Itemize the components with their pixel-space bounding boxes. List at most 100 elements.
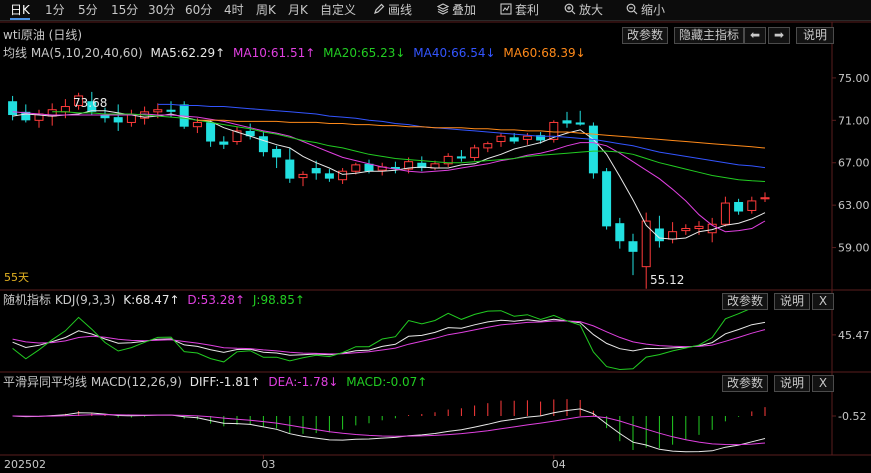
ma-label: 均线 MA(5,10,20,40,60) bbox=[3, 46, 143, 60]
macd-close-button[interactable]: X bbox=[812, 375, 834, 392]
candle bbox=[126, 109, 136, 127]
main-help-button[interactable]: 说明 bbox=[796, 27, 834, 44]
candle bbox=[628, 233, 638, 276]
candle bbox=[641, 212, 651, 289]
hide-main-indicator-button[interactable]: 隐藏主指标 bbox=[674, 27, 744, 44]
candle-body bbox=[100, 115, 110, 119]
macd-help-button[interactable]: 说明 bbox=[774, 375, 810, 392]
main-title: wti原油 (日线) bbox=[3, 27, 86, 43]
main-params-button[interactable]: 改参数 bbox=[622, 27, 668, 44]
y-tick-label: 67.00 bbox=[838, 157, 870, 170]
candle-body bbox=[272, 148, 282, 158]
candle bbox=[668, 222, 678, 244]
period-label: 55天 bbox=[4, 271, 29, 284]
candle bbox=[734, 198, 744, 215]
candle bbox=[443, 153, 453, 167]
candle-body bbox=[258, 136, 268, 153]
macd-dea-value: DEA:-1.78↓ bbox=[268, 375, 339, 389]
high-price-label: 73.68 bbox=[73, 96, 107, 110]
kdj-k-value: K:68.47↑ bbox=[123, 293, 180, 307]
ma20-value: MA20:65.23↓ bbox=[323, 46, 406, 60]
candle bbox=[206, 120, 216, 147]
ma40-value: MA40:66.54↓ bbox=[413, 46, 496, 60]
candle-body bbox=[602, 171, 612, 227]
x-tick-label: 202502 bbox=[4, 458, 46, 471]
candle-body bbox=[8, 101, 18, 116]
candle bbox=[602, 168, 612, 230]
candle-body bbox=[575, 122, 585, 125]
y-tick-label: 71.00 bbox=[838, 114, 870, 127]
macd-hist-value: MACD:-0.07↑ bbox=[346, 375, 428, 389]
kdj-k-line bbox=[12, 318, 766, 356]
candle-body bbox=[351, 164, 361, 172]
candle bbox=[760, 192, 770, 202]
ma10-value: MA10:61.51↑ bbox=[233, 46, 316, 60]
kdj-close-button[interactable]: X bbox=[812, 293, 834, 310]
ma-legend: 均线 MA(5,10,20,40,60) MA5:62.29↑ MA10:61.… bbox=[3, 45, 590, 61]
candle bbox=[34, 109, 44, 128]
low-price-label: 55.12 bbox=[650, 273, 684, 287]
candle bbox=[113, 104, 123, 131]
candle bbox=[417, 156, 427, 172]
candle-body bbox=[483, 143, 493, 149]
candle-body bbox=[126, 114, 136, 123]
candle-body bbox=[113, 117, 123, 123]
candle bbox=[681, 224, 691, 235]
candle-body bbox=[311, 168, 321, 174]
candle-body bbox=[760, 197, 770, 200]
ma-layer bbox=[12, 103, 766, 240]
y-tick-label: 75.00 bbox=[838, 72, 870, 85]
candle bbox=[258, 130, 268, 157]
candle-body bbox=[470, 147, 480, 158]
ma5-value: MA5:62.29↑ bbox=[150, 46, 226, 60]
candle-body bbox=[522, 135, 532, 140]
candle-body bbox=[324, 173, 334, 179]
candle-body bbox=[720, 202, 730, 225]
x-tick-label: 04 bbox=[552, 458, 566, 471]
y-tick-label: 63.00 bbox=[838, 199, 870, 212]
candle bbox=[562, 111, 572, 128]
candle-body bbox=[166, 109, 176, 112]
axis-layer: 75.00 71.00 67.00 63.00 59.00 45.47 -0.52 20250… bbox=[4, 72, 870, 471]
candle bbox=[232, 126, 242, 145]
candle-body bbox=[219, 141, 229, 145]
candle bbox=[575, 110, 585, 126]
candle-body bbox=[681, 227, 691, 232]
y-tick-label: 59.00 bbox=[838, 242, 870, 255]
candle-layer bbox=[8, 91, 770, 289]
candle-body bbox=[562, 120, 572, 124]
candle-body bbox=[60, 106, 70, 113]
candle-body bbox=[206, 122, 216, 142]
ma60-value: MA60:68.39↓ bbox=[503, 46, 586, 60]
candle bbox=[272, 145, 282, 169]
candle-body bbox=[456, 156, 466, 159]
candle bbox=[377, 162, 387, 176]
macd-tick-label: -0.52 bbox=[838, 410, 866, 423]
candle-body bbox=[668, 231, 678, 240]
kdj-params-button[interactable]: 改参数 bbox=[722, 293, 768, 310]
candle bbox=[483, 141, 493, 153]
candle bbox=[285, 147, 295, 183]
candle bbox=[8, 95, 18, 121]
candle bbox=[654, 215, 664, 248]
kdj-help-button[interactable]: 说明 bbox=[774, 293, 810, 310]
next-button[interactable]: ➡ bbox=[768, 27, 790, 44]
candle bbox=[298, 171, 308, 187]
candle bbox=[324, 169, 334, 182]
kdj-d-value: D:53.28↑ bbox=[187, 293, 246, 307]
price-chart[interactable]: 75.00 71.00 67.00 63.00 59.00 45.47 -0.52 20250… bbox=[0, 0, 871, 473]
prev-button[interactable]: ⬅ bbox=[744, 27, 766, 44]
kdj-j-value: J:98.85↑ bbox=[252, 293, 305, 307]
candle-body bbox=[747, 200, 757, 211]
kdj-j-line bbox=[12, 307, 765, 371]
candle-body bbox=[628, 241, 638, 252]
candle-body bbox=[298, 173, 308, 179]
macd-params-button[interactable]: 改参数 bbox=[722, 375, 768, 392]
candle-body bbox=[615, 223, 625, 242]
macd-diff-value: DIFF:-1.81↑ bbox=[189, 375, 261, 389]
candle bbox=[496, 133, 506, 147]
x-tick-label: 03 bbox=[261, 458, 275, 471]
candle bbox=[720, 196, 730, 227]
candle-body bbox=[734, 201, 744, 212]
candle-body bbox=[192, 121, 202, 128]
